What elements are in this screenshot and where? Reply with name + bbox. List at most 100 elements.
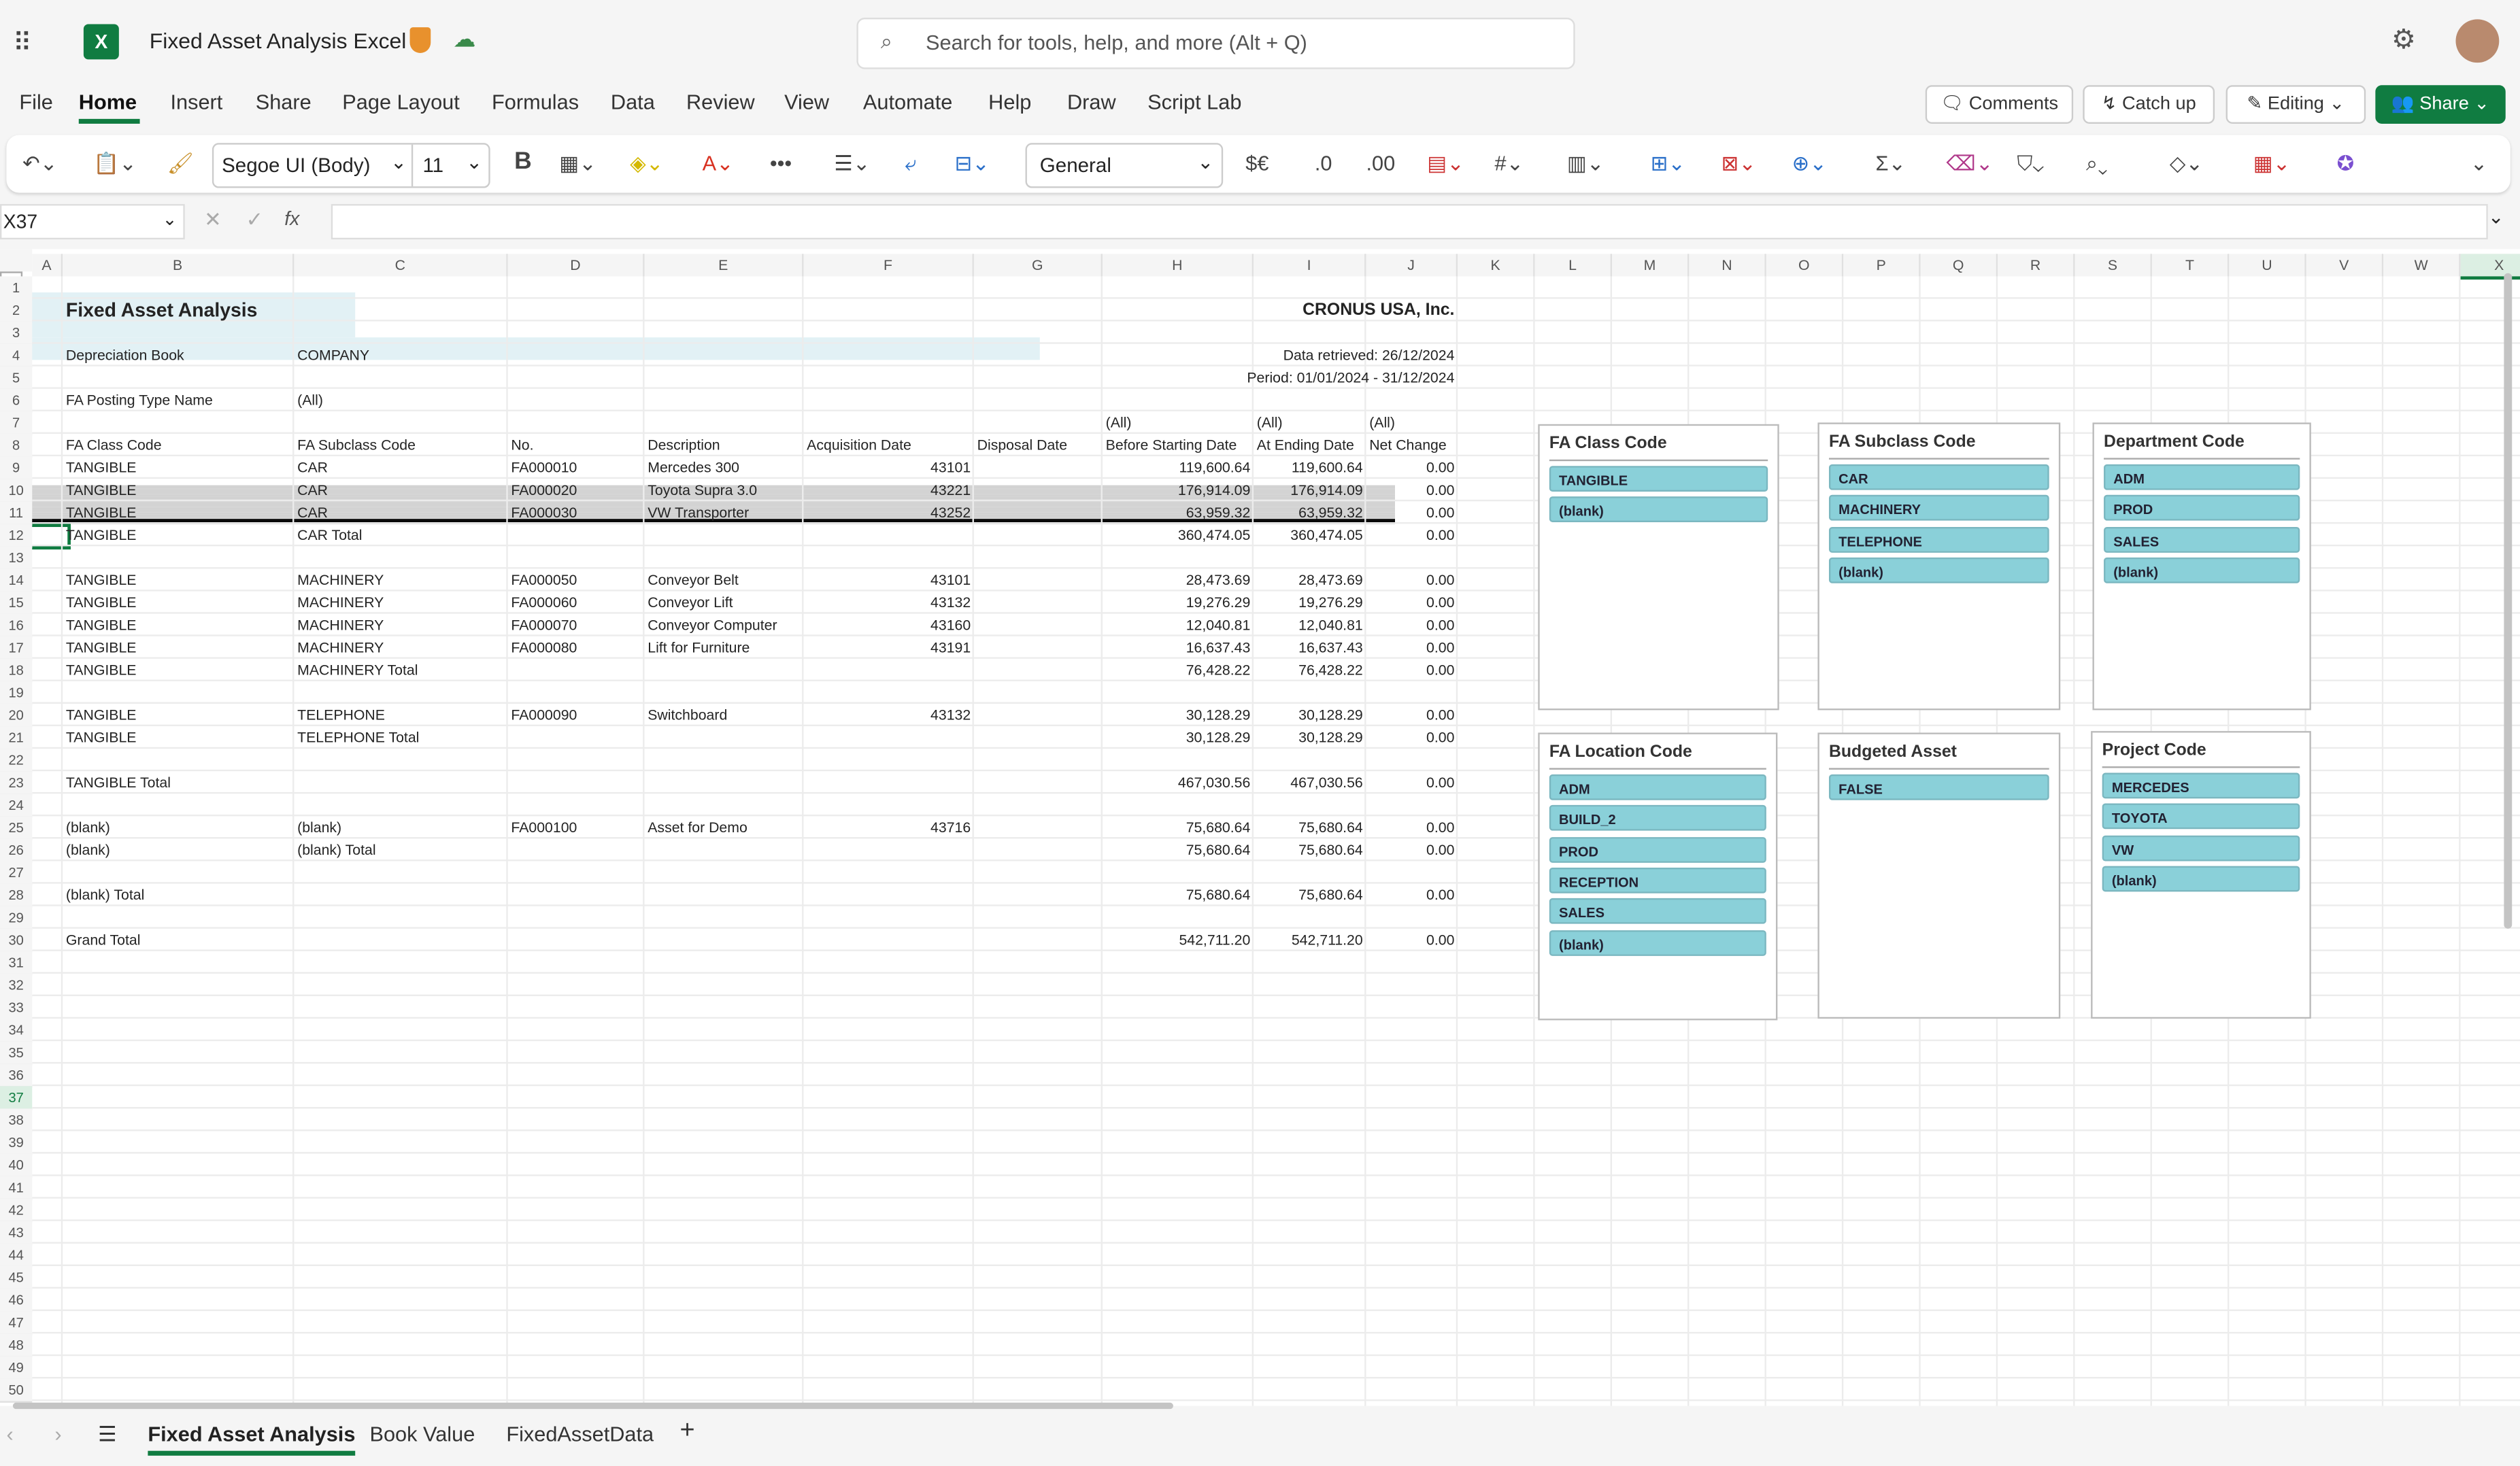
tab-file[interactable]: File	[19, 90, 53, 114]
row-header[interactable]: 27	[0, 861, 33, 885]
slicer-item[interactable]: TELEPHONE	[1828, 526, 2049, 552]
slicer-item[interactable]: (blank)	[1549, 496, 1768, 523]
cloud-saved-icon[interactable]: ☁	[453, 26, 475, 53]
sheet-tab[interactable]: Fixed Asset Analysis	[148, 1422, 356, 1456]
column-header[interactable]: A	[32, 254, 63, 277]
sensitivity-shield-icon[interactable]	[409, 27, 431, 53]
clear-eraser-icon[interactable]: ⌫⌄	[1946, 151, 1993, 177]
column-header[interactable]: T	[2151, 254, 2230, 277]
column-header[interactable]: L	[1534, 254, 1612, 277]
column-header[interactable]: H	[1102, 254, 1254, 277]
row-header[interactable]: 9	[0, 456, 33, 481]
tab-script-lab[interactable]: Script Lab	[1147, 90, 1241, 114]
tab-formulas[interactable]: Formulas	[492, 90, 579, 114]
insert-cells-icon[interactable]: ⊞⌄	[1651, 151, 1686, 177]
row-header[interactable]: 43	[0, 1221, 33, 1246]
ribbon-expand-chevron-icon[interactable]: ⌄	[2470, 151, 2488, 177]
user-avatar[interactable]	[2455, 19, 2500, 63]
column-header[interactable]: M	[1611, 254, 1690, 277]
tab-insert[interactable]: Insert	[170, 90, 222, 114]
row-header[interactable]: 1	[0, 276, 33, 301]
row-header[interactable]: 15	[0, 591, 33, 615]
column-header[interactable]: F	[803, 254, 974, 277]
row-header[interactable]: 32	[0, 973, 33, 998]
number-format-select[interactable]: General ⌄	[1025, 143, 1224, 188]
copilot-icon[interactable]: ✪	[2337, 151, 2355, 177]
cell-styles-icon[interactable]: ▥⌄	[1567, 151, 1605, 177]
sheet-tab[interactable]: Book Value	[369, 1422, 475, 1446]
settings-gear-icon[interactable]: ⚙	[2391, 24, 2416, 56]
tab-automate[interactable]: Automate	[863, 90, 953, 114]
row-header[interactable]: 3	[0, 321, 33, 346]
row-header[interactable]: 2	[0, 299, 33, 323]
fill-color-icon[interactable]: ◈⌄	[630, 151, 663, 177]
tab-review[interactable]: Review	[686, 90, 755, 114]
tab-page-layout[interactable]: Page Layout	[342, 90, 460, 114]
paste-clipboard-icon[interactable]: 📋⌄	[93, 151, 137, 177]
column-header[interactable]: S	[2074, 254, 2152, 277]
slicer-item[interactable]: (blank)	[1549, 929, 1766, 955]
row-header[interactable]: 13	[0, 546, 33, 570]
row-header[interactable]: 29	[0, 906, 33, 931]
format-painter-icon[interactable]: 🖌	[167, 151, 194, 177]
row-header[interactable]: 36	[0, 1063, 33, 1088]
row-header[interactable]: 18	[0, 658, 33, 683]
row-header[interactable]: 19	[0, 681, 33, 706]
slicer-item[interactable]: RECEPTION	[1549, 867, 1766, 893]
row-header[interactable]: 6	[0, 388, 33, 413]
slicer-item[interactable]: VW	[2102, 834, 2300, 861]
next-sheet-icon[interactable]: ›	[54, 1422, 61, 1446]
cancel-x-icon[interactable]: ✕	[204, 207, 222, 233]
slicer-item[interactable]: CAR	[1828, 464, 2049, 490]
slicer-item[interactable]: (blank)	[2102, 866, 2300, 892]
comments-button[interactable]: 🗨 Comments	[1925, 85, 2074, 124]
format-cells-icon[interactable]: ⊕⌄	[1792, 151, 1828, 177]
align-icon[interactable]: ☰⌄	[834, 151, 870, 177]
row-header[interactable]: 7	[0, 411, 33, 436]
slicer-item[interactable]: ADM	[1549, 774, 1766, 800]
slicer-item[interactable]: ADM	[2104, 464, 2300, 490]
chevron-down-icon[interactable]: ⌄	[466, 151, 482, 173]
slicer-item[interactable]: TOYOTA	[2102, 804, 2300, 830]
column-header[interactable]: N	[1689, 254, 1766, 277]
row-header[interactable]: 50	[0, 1378, 33, 1403]
tab-draw[interactable]: Draw	[1067, 90, 1116, 114]
slicer-item[interactable]: SALES	[1549, 898, 1766, 925]
sort-filter-icon[interactable]: ⛉⌄	[2017, 151, 2044, 177]
row-header[interactable]: 23	[0, 771, 33, 796]
insert-function-button[interactable]: fx	[284, 207, 299, 230]
name-box[interactable]: X37 ⌄	[0, 204, 185, 240]
tab-view[interactable]: View	[784, 90, 829, 114]
sensitivity-icon[interactable]: ◇⌄	[2170, 151, 2203, 177]
row-header[interactable]: 8	[0, 433, 33, 458]
row-header[interactable]: 11	[0, 501, 33, 526]
column-header[interactable]: J	[1366, 254, 1458, 277]
row-header[interactable]: 41	[0, 1176, 33, 1201]
increase-decimal-icon[interactable]: .00	[1366, 151, 1395, 175]
add-ins-icon[interactable]: ▦⌄	[2253, 151, 2291, 177]
slicer-item[interactable]: SALES	[2104, 526, 2300, 552]
column-header[interactable]: P	[1843, 254, 1921, 277]
column-header[interactable]: B	[63, 254, 295, 277]
row-header[interactable]: 14	[0, 568, 33, 593]
tab-share[interactable]: Share	[256, 90, 312, 114]
slicer-item[interactable]: (blank)	[2104, 557, 2300, 583]
autosum-icon[interactable]: Σ⌄	[1876, 151, 1906, 177]
slicer-item[interactable]: (blank)	[1828, 557, 2049, 583]
slicer-item[interactable]: PROD	[2104, 495, 2300, 522]
row-header[interactable]: 26	[0, 838, 33, 863]
tab-help[interactable]: Help	[988, 90, 1031, 114]
row-header[interactable]: 42	[0, 1198, 33, 1223]
row-header[interactable]: 31	[0, 951, 33, 976]
row-header[interactable]: 17	[0, 636, 33, 661]
row-header[interactable]: 34	[0, 1019, 33, 1043]
slicer-item[interactable]: MERCEDES	[2102, 772, 2300, 799]
row-header[interactable]: 16	[0, 613, 33, 638]
tab-data[interactable]: Data	[611, 90, 655, 114]
delete-cells-icon[interactable]: ⊠⌄	[1721, 151, 1757, 177]
row-header[interactable]: 47	[0, 1311, 33, 1335]
column-header[interactable]: D	[507, 254, 645, 277]
column-header[interactable]: V	[2306, 254, 2384, 277]
slicer-item[interactable]: TANGIBLE	[1549, 466, 1768, 492]
search-box[interactable]: ⌕ Search for tools, help, and more (Alt …	[856, 17, 1575, 69]
